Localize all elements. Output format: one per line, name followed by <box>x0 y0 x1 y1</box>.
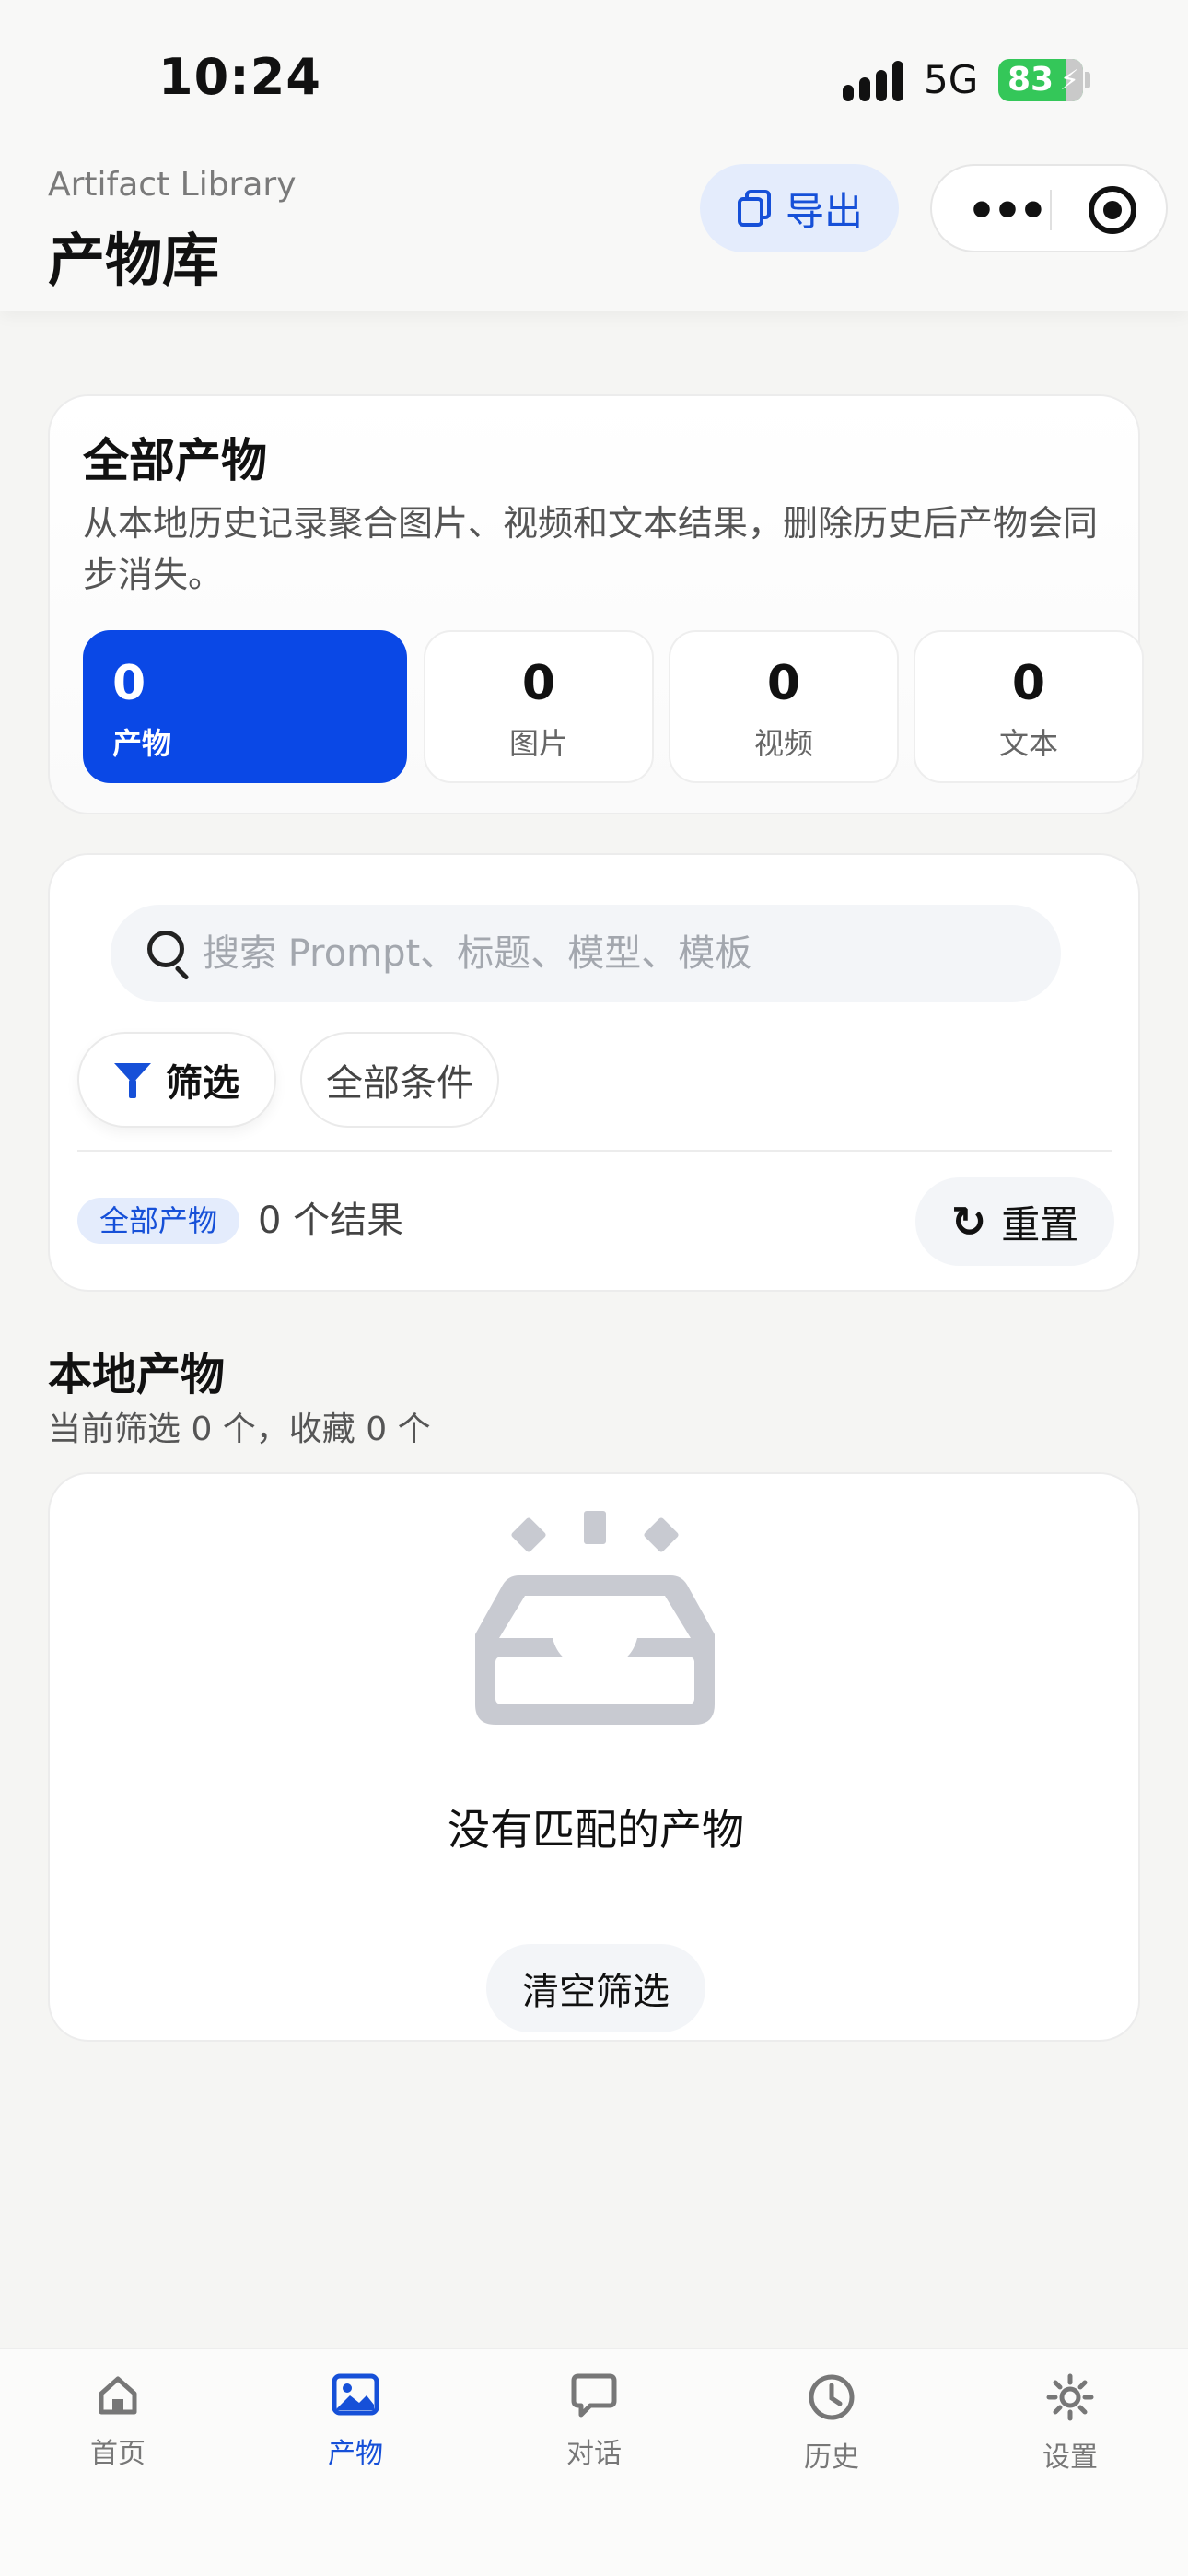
local-section-subtitle: 当前筛选 0 个，收藏 0 个 <box>48 1411 431 1448</box>
filter-button[interactable]: 筛选 <box>77 1032 276 1128</box>
capsule-divider <box>1050 190 1052 230</box>
stat-value: 0 <box>112 656 146 711</box>
home-icon <box>99 2376 137 2415</box>
search-icon <box>147 931 184 967</box>
stat-artifacts[interactable]: 0 产物 <box>83 630 407 783</box>
tab-label: 对话 <box>566 2438 622 2470</box>
empty-state-card: 没有匹配的产物 清空筛选 <box>48 1472 1140 2042</box>
page-title: 产物库 <box>48 227 220 294</box>
signal-icon <box>843 61 905 101</box>
battery-icon: 83 ⚡ <box>998 59 1083 101</box>
tab-label: 产物 <box>328 2438 383 2470</box>
active-filter-tag: 全部产物 <box>77 1198 240 1244</box>
status-time: 10:24 <box>158 48 321 106</box>
tab-artifacts[interactable]: 产物 <box>282 2373 429 2471</box>
filter-label: 筛选 <box>166 1062 239 1105</box>
copy-icon <box>737 190 771 227</box>
stat-label: 产物 <box>112 726 172 761</box>
mini-program-capsule: ••• <box>930 164 1168 252</box>
filter-card: 筛选 全部条件 全部产物 0 个结果 ↻ 重置 <box>48 853 1140 1292</box>
image-icon <box>332 2373 379 2416</box>
result-count: 0 个结果 <box>258 1200 404 1242</box>
divider <box>77 1150 1112 1152</box>
tab-settings[interactable]: 设置 <box>996 2373 1144 2475</box>
stat-value: 0 <box>1011 656 1046 711</box>
search-input[interactable] <box>203 905 1031 1002</box>
tab-chat[interactable]: 对话 <box>520 2373 668 2471</box>
tab-history[interactable]: 历史 <box>758 2373 905 2475</box>
export-button[interactable]: 导出 <box>700 164 899 252</box>
stat-label: 视频 <box>753 726 813 761</box>
close-target-icon[interactable] <box>1089 186 1136 234</box>
overview-title: 全部产物 <box>83 434 267 487</box>
page-subtitle: Artifact Library <box>48 166 297 204</box>
stat-images[interactable]: 0 图片 <box>424 630 654 783</box>
stat-value: 0 <box>766 656 801 711</box>
clock-icon <box>809 2374 855 2420</box>
battery-level: 83 <box>1007 61 1054 99</box>
tab-label: 历史 <box>804 2441 859 2474</box>
bottom-tab-bar: 首页 产物 对话 历史 设置 <box>0 2348 1188 2576</box>
battery-cap <box>1085 72 1090 88</box>
search-bar[interactable] <box>111 905 1061 1002</box>
reset-button[interactable]: ↻ 重置 <box>915 1177 1114 1266</box>
tab-label: 首页 <box>90 2438 146 2470</box>
refresh-icon: ↻ <box>950 1197 987 1247</box>
tab-home[interactable]: 首页 <box>44 2373 192 2471</box>
more-icon[interactable]: ••• <box>967 184 1048 238</box>
empty-message: 没有匹配的产物 <box>448 1805 744 1855</box>
clear-filters-button[interactable]: 清空筛选 <box>486 1944 705 2032</box>
stat-texts[interactable]: 0 文本 <box>914 630 1144 783</box>
conditions-label: 全部条件 <box>326 1062 473 1105</box>
chat-icon <box>571 2373 617 2418</box>
local-section-title: 本地产物 <box>48 1349 226 1400</box>
stat-value: 0 <box>521 656 556 711</box>
empty-inbox-icon <box>475 1511 715 1725</box>
gear-icon <box>1046 2373 1094 2421</box>
stat-label: 文本 <box>998 726 1058 761</box>
all-conditions-button[interactable]: 全部条件 <box>300 1032 499 1128</box>
tab-label: 设置 <box>1042 2441 1098 2474</box>
filter-icon <box>114 1061 151 1098</box>
stat-label: 图片 <box>508 726 568 761</box>
reset-label: 重置 <box>1001 1201 1079 1247</box>
overview-card: 全部产物 从本地历史记录聚合图片、视频和文本结果，删除历史后产物会同步消失。 0… <box>48 394 1144 814</box>
stat-videos[interactable]: 0 视频 <box>669 630 899 783</box>
export-label: 导出 <box>785 188 863 234</box>
overview-description: 从本地历史记录聚合图片、视频和文本结果，删除历史后产物会同步消失。 <box>83 503 1099 595</box>
network-type: 5G <box>924 57 979 102</box>
